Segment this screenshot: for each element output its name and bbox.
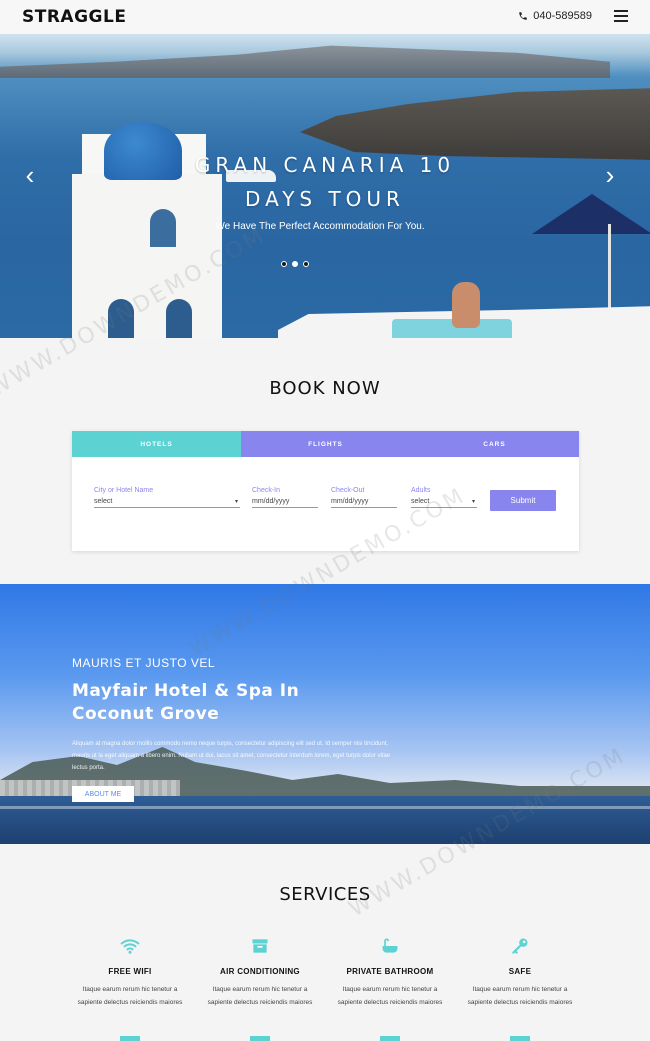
booking-tabs: HOTELS FLIGHTS CARS: [72, 431, 579, 457]
air-conditioning-icon: [252, 939, 268, 953]
tab-flights[interactable]: FLIGHTS: [241, 431, 410, 457]
service-name: FREE WIFI: [108, 967, 152, 976]
service-desc: Itaque earum rerum hic tenetur a sapient…: [77, 986, 183, 1006]
service-desc: Itaque earum rerum hic tenetur a sapient…: [467, 986, 573, 1006]
dropdown-caret-icon: ▾: [234, 499, 238, 505]
slider-prev-arrow-icon[interactable]: ‹: [20, 160, 40, 190]
service-icon-partial: [120, 1036, 140, 1041]
phone-icon: [519, 12, 528, 20]
city-field: City or Hotel Name select ▾: [94, 487, 240, 508]
service-name: AIR CONDITIONING: [220, 967, 300, 976]
tab-cars[interactable]: CARS: [410, 431, 579, 457]
book-now-heading: BOOK NOW: [269, 378, 381, 399]
service-desc: Itaque earum rerum hic tenetur a sapient…: [337, 986, 443, 1006]
hero-title: GRAN CANARIA 10 DAYS TOUR: [194, 153, 456, 211]
service-icon-partial: [250, 1036, 270, 1041]
city-select[interactable]: select ▾: [94, 498, 240, 508]
checkin-field: Check-In mm/dd/yyyy: [252, 487, 318, 508]
feature-kicker: MAURIS ET JUSTO VEL: [72, 656, 216, 670]
service-air-conditioning: AIR CONDITIONING Itaque earum rerum hic …: [200, 936, 320, 1009]
dropdown-caret-icon: ▾: [471, 499, 475, 505]
tab-hotels[interactable]: HOTELS: [72, 431, 241, 457]
slider-dot-active[interactable]: [292, 261, 298, 267]
submit-button[interactable]: Submit: [490, 490, 556, 511]
slider-dot[interactable]: [303, 261, 309, 267]
feature-text: Aliquam at magna dolor mollis commodo ne…: [72, 741, 391, 771]
service-free-wifi: FREE WIFI Itaque earum rerum hic tenetur…: [70, 936, 190, 1009]
hamburger-menu-icon[interactable]: [614, 10, 628, 22]
top-navbar: STRAGGLE 040-589589: [0, 0, 650, 34]
service-icon-partial: [380, 1036, 400, 1041]
checkout-label: Check-Out: [331, 487, 365, 494]
hero-subtitle: We Have The Perfect Accommodation For Yo…: [215, 221, 425, 232]
checkin-input[interactable]: mm/dd/yyyy: [252, 498, 318, 508]
slider-next-arrow-icon[interactable]: ›: [600, 160, 620, 190]
checkout-field: Check-Out mm/dd/yyyy: [331, 487, 397, 508]
feature-title: Mayfair Hotel & Spa In Coconut Grove: [72, 681, 300, 724]
checkin-label: Check-In: [252, 487, 281, 494]
wifi-icon: [120, 939, 140, 954]
bathtub-icon: [382, 938, 398, 953]
slider-dot[interactable]: [281, 261, 287, 267]
service-private-bathroom: PRIVATE BATHROOM Itaque earum rerum hic …: [330, 936, 450, 1009]
site-logo[interactable]: STRAGGLE: [22, 7, 126, 27]
booking-form: HOTELS FLIGHTS CARS City or Hotel Name s…: [72, 431, 579, 551]
service-desc: Itaque earum rerum hic tenetur a sapient…: [207, 986, 313, 1006]
service-icon-partial: [510, 1036, 530, 1041]
service-name: SAFE: [508, 967, 532, 976]
phone-contact[interactable]: 040-589589: [518, 10, 592, 22]
about-me-button[interactable]: ABOUT ME: [72, 786, 134, 802]
service-safe: SAFE Itaque earum rerum hic tenetur a sa…: [460, 936, 580, 1009]
city-label: City or Hotel Name: [94, 487, 154, 494]
checkout-input[interactable]: mm/dd/yyyy: [331, 498, 397, 508]
service-name: PRIVATE BATHROOM: [346, 967, 434, 976]
phone-number: 040-589589: [533, 10, 592, 22]
services-heading: SERVICES: [279, 884, 371, 905]
slider-dots: [281, 261, 309, 267]
key-icon: [512, 938, 528, 954]
